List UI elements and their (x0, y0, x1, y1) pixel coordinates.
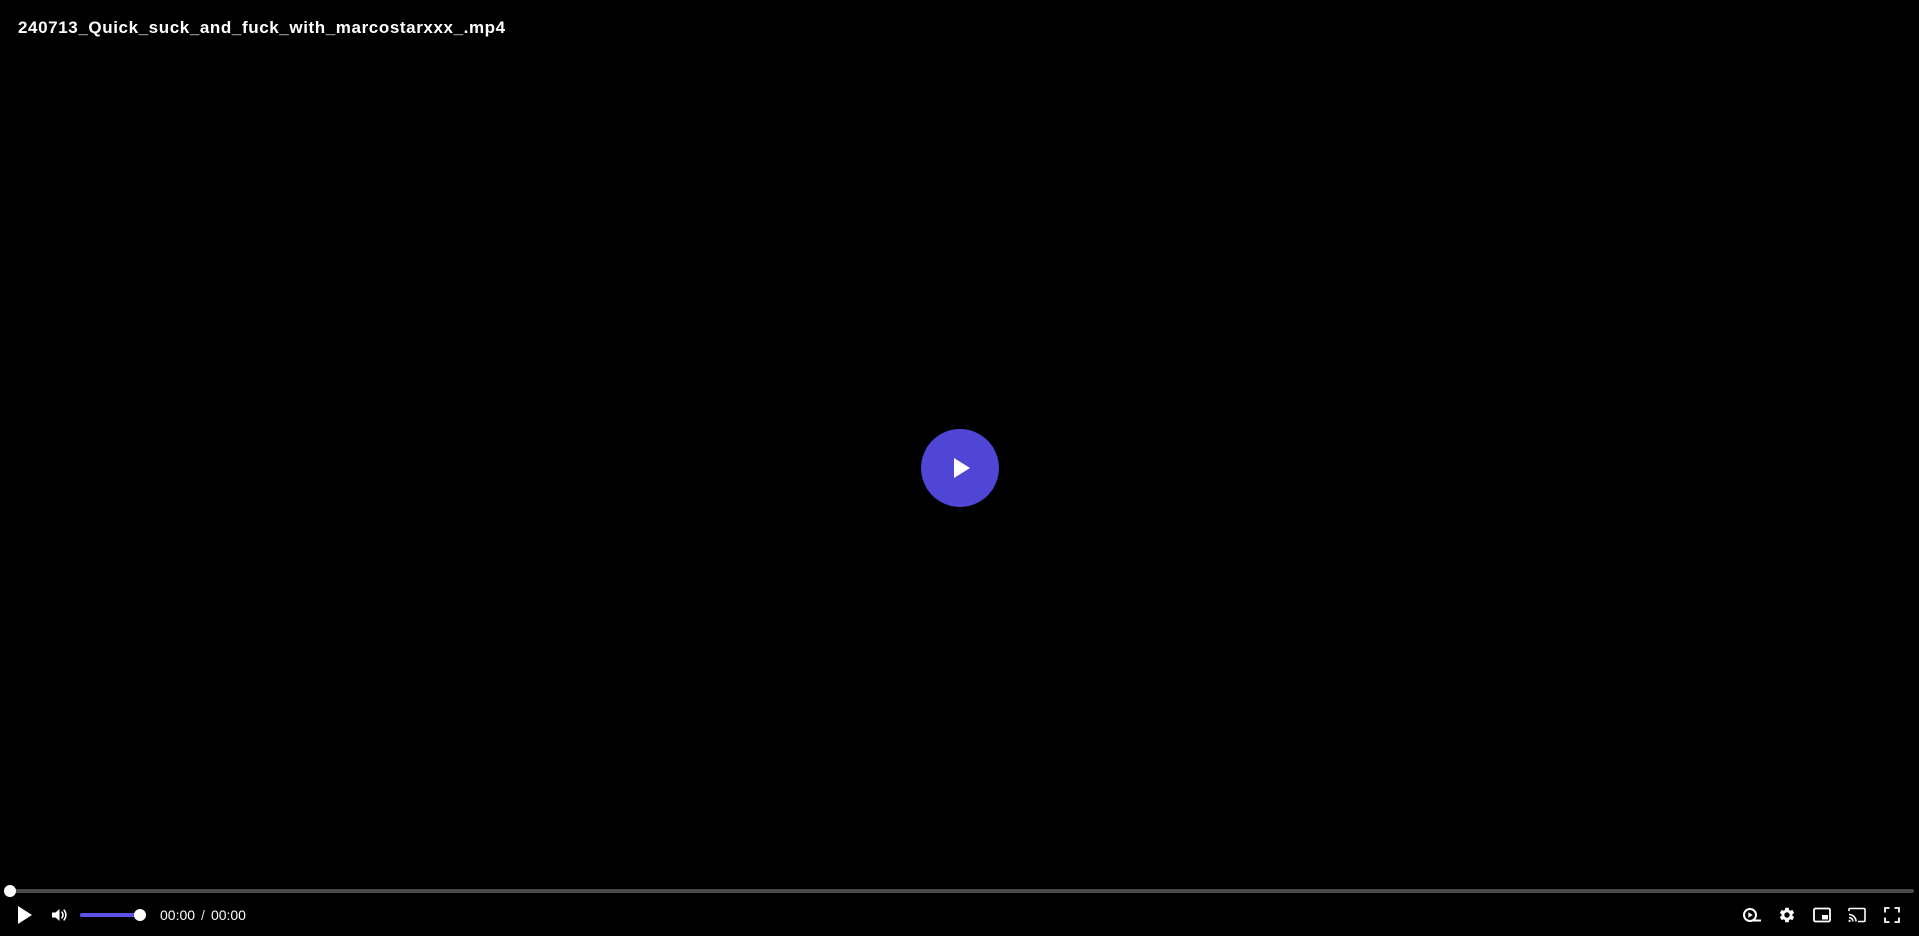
duration: 00:00 (210, 907, 246, 923)
play-icon (18, 906, 32, 924)
time-display: 00:00 / 00:00 (160, 907, 246, 923)
playback-speed-icon (1743, 908, 1761, 922)
video-player[interactable]: 240713_Quick_suck_and_fuck_with_marcosta… (0, 0, 1919, 936)
picture-in-picture-button[interactable] (1809, 902, 1835, 928)
picture-in-picture-icon (1813, 907, 1831, 923)
time-separator: / (201, 907, 205, 923)
volume-slider[interactable] (80, 908, 146, 922)
mute-button[interactable] (46, 902, 72, 928)
video-title: 240713_Quick_suck_and_fuck_with_marcosta… (18, 18, 506, 37)
playback-speed-button[interactable] (1739, 902, 1765, 928)
settings-button[interactable] (1774, 902, 1800, 928)
cast-icon (1848, 907, 1866, 923)
fullscreen-button[interactable] (1879, 902, 1905, 928)
control-bar: 00:00 / 00:00 (0, 902, 1919, 928)
volume-handle[interactable] (134, 909, 146, 921)
progress-track (10, 889, 1914, 893)
right-controls (1739, 902, 1905, 928)
cast-button[interactable] (1844, 902, 1870, 928)
big-play-button[interactable] (921, 429, 999, 507)
play-icon (954, 458, 970, 478)
fullscreen-icon (1884, 907, 1900, 923)
play-button[interactable] (12, 902, 38, 928)
progress-handle[interactable] (4, 885, 16, 897)
volume-icon (52, 909, 67, 921)
gear-icon (1779, 907, 1795, 923)
current-time: 00:00 (160, 907, 196, 923)
progress-bar[interactable] (4, 885, 1914, 897)
